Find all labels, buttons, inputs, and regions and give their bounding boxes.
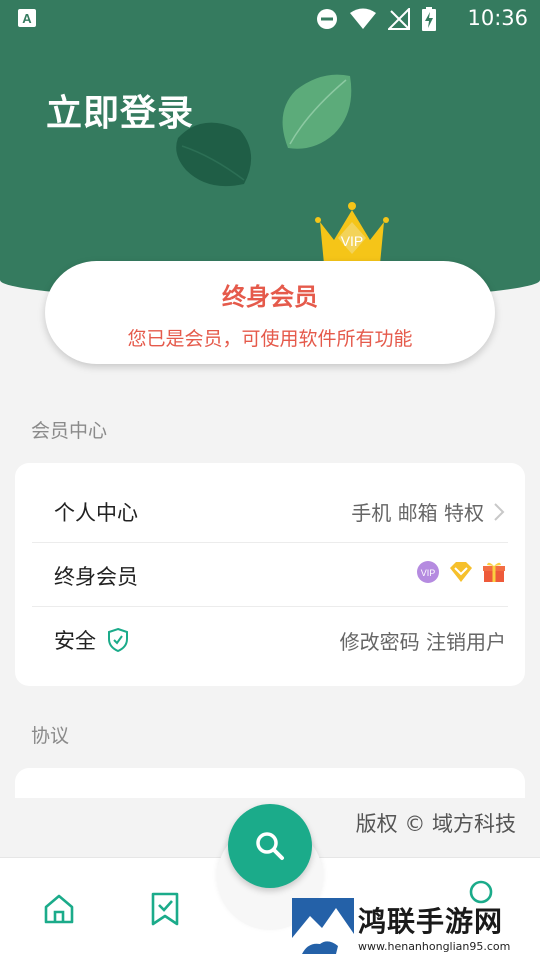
- wifi-icon: [350, 8, 376, 29]
- home-icon[interactable]: [42, 892, 76, 926]
- chevron-right-icon: [494, 502, 505, 521]
- watermark-logo: [292, 898, 354, 958]
- do-not-disturb-icon: [317, 9, 337, 29]
- diamond-icon: [450, 562, 472, 582]
- row-right-text: 手机 邮箱 特权: [351, 501, 484, 525]
- watermark-text: 鸿联手游网: [358, 905, 504, 938]
- bookmark-check-icon[interactable]: [149, 891, 181, 927]
- header: A 10:36 立即登录 VIP: [0, 0, 540, 300]
- shield-check-icon: [108, 627, 128, 653]
- copyright-text: 版权 © 域方科技: [355, 812, 516, 836]
- status-bar: A 10:36: [0, 0, 540, 38]
- divider: [32, 606, 508, 607]
- row-label: 安全: [54, 629, 96, 653]
- battery-charging-icon: [422, 7, 436, 31]
- leaf-dark-icon: [176, 122, 252, 187]
- row-label: 终身会员: [54, 565, 138, 589]
- vip-card-subtitle: 您已是会员，可使用软件所有功能: [127, 328, 413, 350]
- row-security[interactable]: 安全 修改密码 注销用户: [32, 608, 508, 672]
- gift-icon: [483, 562, 505, 582]
- search-icon: [256, 832, 284, 860]
- vip-badge-icon: VIP: [417, 561, 439, 583]
- leaf-light-icon: [282, 74, 352, 149]
- section-label-agreement: 协议: [31, 725, 70, 747]
- section-label-member-center: 会员中心: [31, 420, 108, 442]
- clock: 10:36: [467, 6, 528, 30]
- member-center-card: 个人中心 手机 邮箱 特权 终身会员 VIP 安全 修改密码 注销用户: [15, 463, 525, 686]
- vip-card-title: 终身会员: [222, 283, 318, 311]
- search-fab-button[interactable]: [228, 804, 312, 888]
- svg-text:VIP: VIP: [421, 568, 436, 578]
- agreement-card: [15, 768, 525, 798]
- watermark: 鸿联手游网 www.henanhonglian95.com: [292, 898, 532, 960]
- vip-crown-label: VIP: [341, 233, 364, 249]
- row-lifetime-member[interactable]: 终身会员 VIP: [32, 543, 508, 607]
- no-signal-icon: [388, 8, 410, 30]
- row-personal-center[interactable]: 个人中心 手机 邮箱 特权: [32, 479, 508, 543]
- row-right-text: 修改密码 注销用户: [339, 630, 506, 654]
- row-label: 个人中心: [54, 501, 138, 525]
- app-a-icon: A: [18, 9, 36, 27]
- vip-crown-icon: VIP: [315, 202, 389, 264]
- vip-status-card[interactable]: 终身会员 您已是会员，可使用软件所有功能: [45, 261, 495, 364]
- svg-text:A: A: [22, 11, 32, 26]
- watermark-url: www.henanhonglian95.com: [358, 940, 511, 953]
